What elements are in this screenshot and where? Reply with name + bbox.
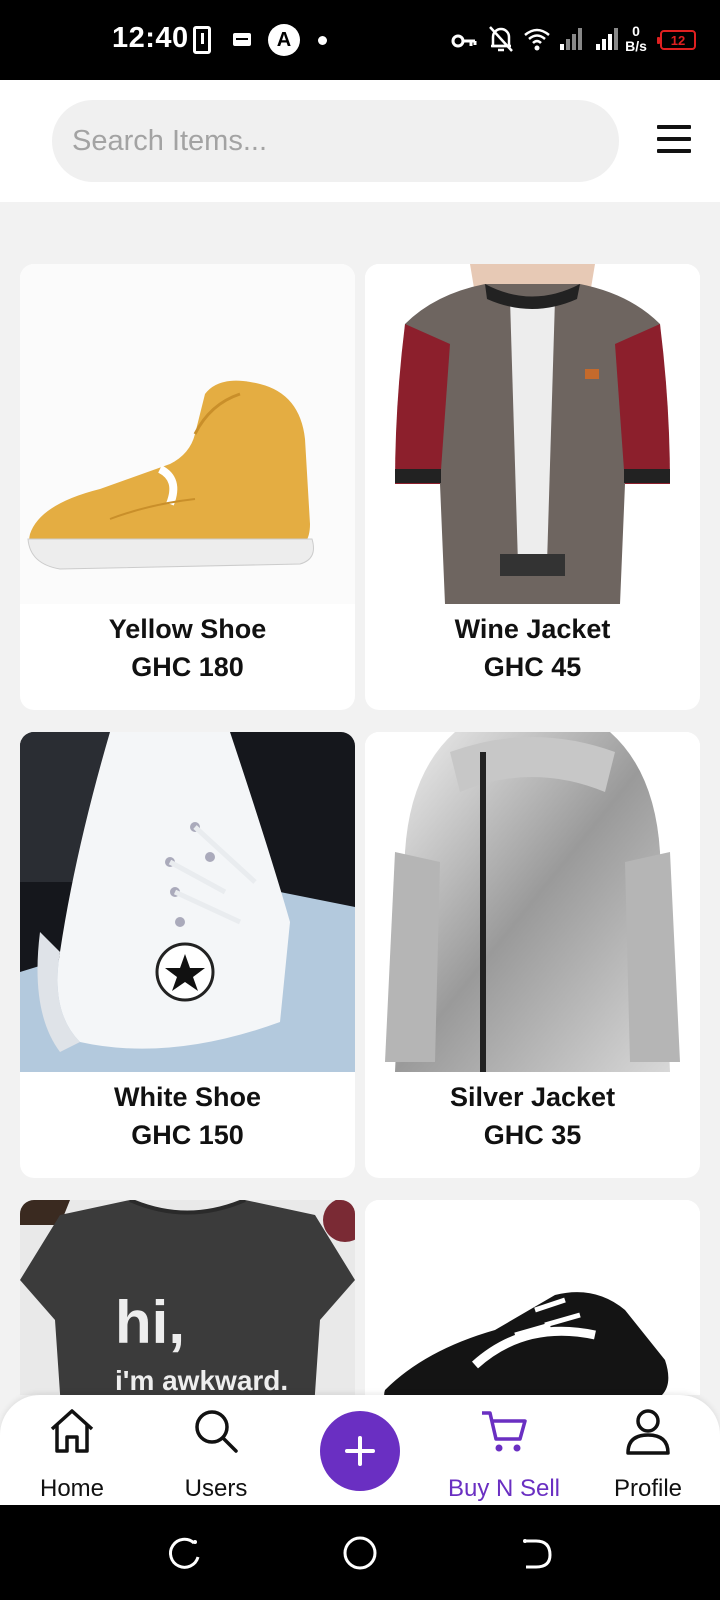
product-card[interactable] <box>365 1200 700 1395</box>
nav-users-label: Users <box>184 1475 248 1502</box>
product-price: GHC 150 <box>131 1120 244 1150</box>
nav-profile[interactable]: Profile <box>588 1405 708 1502</box>
person-icon <box>626 1409 670 1455</box>
product-price: GHC 45 <box>483 652 582 682</box>
tshirt-print-line1: hi, <box>115 1289 185 1356</box>
signal-sim1-icon <box>560 28 582 50</box>
product-card[interactable]: Yellow Shoe GHC 180 <box>20 264 355 710</box>
bottom-navigation: Home Users Buy N Sell Profile <box>0 1395 720 1505</box>
product-price: GHC 35 <box>483 1120 582 1150</box>
product-grid: Yellow Shoe GHC 180 Wine Jacket GHC 45 W… <box>0 202 720 1395</box>
recent-apps-icon[interactable] <box>164 1533 204 1573</box>
hamburger-menu-icon[interactable] <box>657 125 693 155</box>
product-name: Wine Jacket <box>454 614 611 644</box>
product-image-white-shoe <box>20 732 355 1072</box>
back-icon[interactable] <box>516 1533 556 1573</box>
nav-home-label: Home <box>39 1475 105 1502</box>
home-button-icon[interactable] <box>340 1533 380 1573</box>
product-name: Silver Jacket <box>449 1082 616 1112</box>
add-item-button[interactable] <box>320 1411 400 1491</box>
product-price: GHC 180 <box>131 652 244 682</box>
nav-buy-n-sell-label: Buy N Sell <box>447 1475 561 1502</box>
vpn-key-icon <box>451 34 477 48</box>
system-navigation-bar <box>0 1505 720 1600</box>
app-notification-icon: A <box>268 24 300 56</box>
home-icon <box>50 1409 94 1453</box>
product-card[interactable]: Silver Jacket GHC 35 <box>365 732 700 1178</box>
nav-profile-label: Profile <box>613 1475 683 1502</box>
app-header <box>0 80 720 202</box>
product-name: White Shoe <box>114 1082 261 1112</box>
product-card[interactable]: hi, i'm awkward. <box>20 1200 355 1395</box>
product-card[interactable]: Wine Jacket GHC 45 <box>365 264 700 710</box>
network-speed-value: 0 <box>632 23 640 39</box>
battery-icon: 12 <box>657 30 696 50</box>
product-name: Yellow Shoe <box>108 614 267 644</box>
battery-saver-icon <box>193 26 211 54</box>
product-image-black-sneakers <box>365 1200 700 1395</box>
status-time: 12:40 <box>112 22 189 54</box>
message-icon <box>233 33 251 46</box>
product-image-wine-jacket <box>365 264 700 604</box>
product-image-yellow-shoe <box>20 264 355 604</box>
nav-buy-n-sell[interactable]: Buy N Sell <box>444 1405 564 1502</box>
status-bar: 12:40 A 0 B/s 12 <box>0 0 720 80</box>
cart-icon <box>482 1411 527 1452</box>
signal-sim2-icon <box>596 28 618 50</box>
more-notifications-dot-icon <box>318 36 327 45</box>
nav-home[interactable]: Home <box>12 1405 132 1502</box>
network-speed: 0 B/s <box>624 24 648 54</box>
search-icon <box>195 1410 238 1453</box>
search-input[interactable] <box>52 100 619 182</box>
product-image-silver-jacket <box>365 732 700 1072</box>
battery-level: 12 <box>670 32 686 48</box>
product-image-tshirt: hi, i'm awkward. <box>20 1200 355 1395</box>
tshirt-print-line2: i'm awkward. <box>115 1365 289 1395</box>
bell-muted-icon <box>489 26 513 52</box>
network-speed-unit: B/s <box>625 38 647 54</box>
product-card[interactable]: White Shoe GHC 150 <box>20 732 355 1178</box>
wifi-icon <box>524 28 550 51</box>
nav-users[interactable]: Users <box>156 1405 276 1502</box>
